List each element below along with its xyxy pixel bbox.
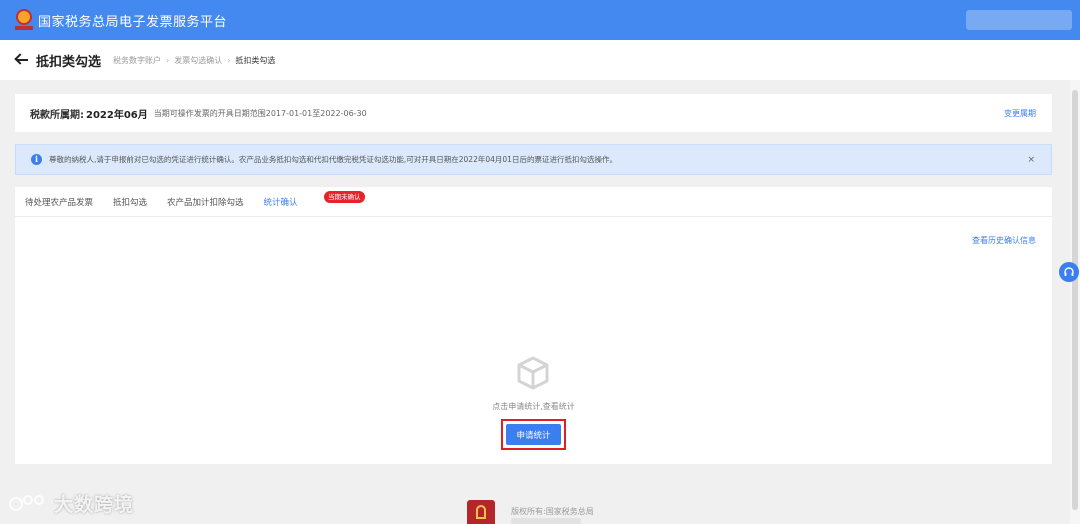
tax-emblem-icon [14, 9, 34, 31]
tab-deduction-select[interactable]: 抵扣勾选 [113, 196, 147, 208]
customer-service-icon[interactable] [1059, 262, 1079, 282]
breadcrumb-chevron-icon: › [166, 55, 170, 65]
breadcrumb-item[interactable]: 税务数字账户 [113, 55, 161, 66]
watermark: 大数跨境 [8, 490, 134, 517]
breadcrumb-item[interactable]: 发票勾选确认 [174, 55, 222, 66]
tax-period-card: 税款所属期: 2022年06月 当期可操作发票的开具日期范围2017-01-01… [15, 94, 1052, 132]
breadcrumb-current: 抵扣类勾选 [235, 55, 276, 65]
period-label: 税款所属期: [30, 109, 84, 121]
page-titlebar: 抵扣类勾选 税务数字账户 › 发票勾选确认 › 抵扣类勾选 [0, 40, 1080, 80]
back-arrow-icon[interactable] [14, 52, 30, 68]
info-icon: i [31, 154, 42, 165]
empty-state-text: 点击申请统计,查看统计 [492, 402, 575, 411]
page-title: 抵扣类勾选 [36, 54, 102, 70]
breadcrumb-chevron-icon: › [227, 55, 231, 65]
highlight-frame: 申请统计 [501, 419, 566, 450]
view-history-link[interactable]: 查看历史确认信息 [972, 235, 1036, 246]
period-range-text: 当期可操作发票的开具日期范围2017-01-01至2022-06-30 [153, 108, 367, 118]
period-value: 2022年06月 [86, 109, 148, 121]
tab-pending-agri-invoices[interactable]: 待处理农产品发票 [25, 196, 93, 208]
app-title: 国家税务总局电子发票服务平台 [38, 14, 228, 30]
close-icon[interactable]: × [1027, 155, 1035, 165]
user-account-menu[interactable] [966, 10, 1072, 30]
change-period-link[interactable]: 变更属期 [1004, 108, 1036, 119]
tab-statistics-confirm[interactable]: 统计确认 [264, 196, 298, 208]
status-badge: 当期未确认 [324, 191, 365, 203]
watermark-logo-icon [9, 494, 44, 511]
notice-banner: i 尊敬的纳税人,请于申报前对已勾选的凭证进行统计确认。农产品业务抵扣勾选和代扣… [15, 144, 1052, 175]
page-scrollbar[interactable] [1070, 80, 1080, 524]
apply-statistics-button[interactable]: 申请统计 [506, 424, 561, 445]
breadcrumb: 税务数字账户 › 发票勾选确认 › 抵扣类勾选 [113, 55, 275, 66]
tab-agri-extra-deduction[interactable]: 农产品加计扣除勾选 [167, 196, 244, 208]
footer-copyright: 版权所有:国家税务总局 [511, 507, 594, 516]
notice-text: 尊敬的纳税人,请于申报前对已勾选的凭证进行统计确认。农产品业务抵扣勾选和代扣代缴… [49, 155, 617, 164]
top-header: 国家税务总局电子发票服务平台 [0, 0, 1080, 40]
footer-info-line [511, 518, 581, 524]
tab-bar: 待处理农产品发票 抵扣勾选 农产品加计扣除勾选 统计确认 当期未确认 [15, 187, 1052, 217]
scroll-thumb[interactable] [1072, 90, 1078, 510]
watermark-text: 大数跨境 [54, 494, 135, 516]
empty-box-icon [517, 356, 549, 390]
main-panel: 待处理农产品发票 抵扣勾选 农产品加计扣除勾选 统计确认 当期未确认 查看历史确… [15, 187, 1052, 464]
footer-emblem-icon [467, 500, 495, 524]
headset-icon [1064, 267, 1074, 276]
